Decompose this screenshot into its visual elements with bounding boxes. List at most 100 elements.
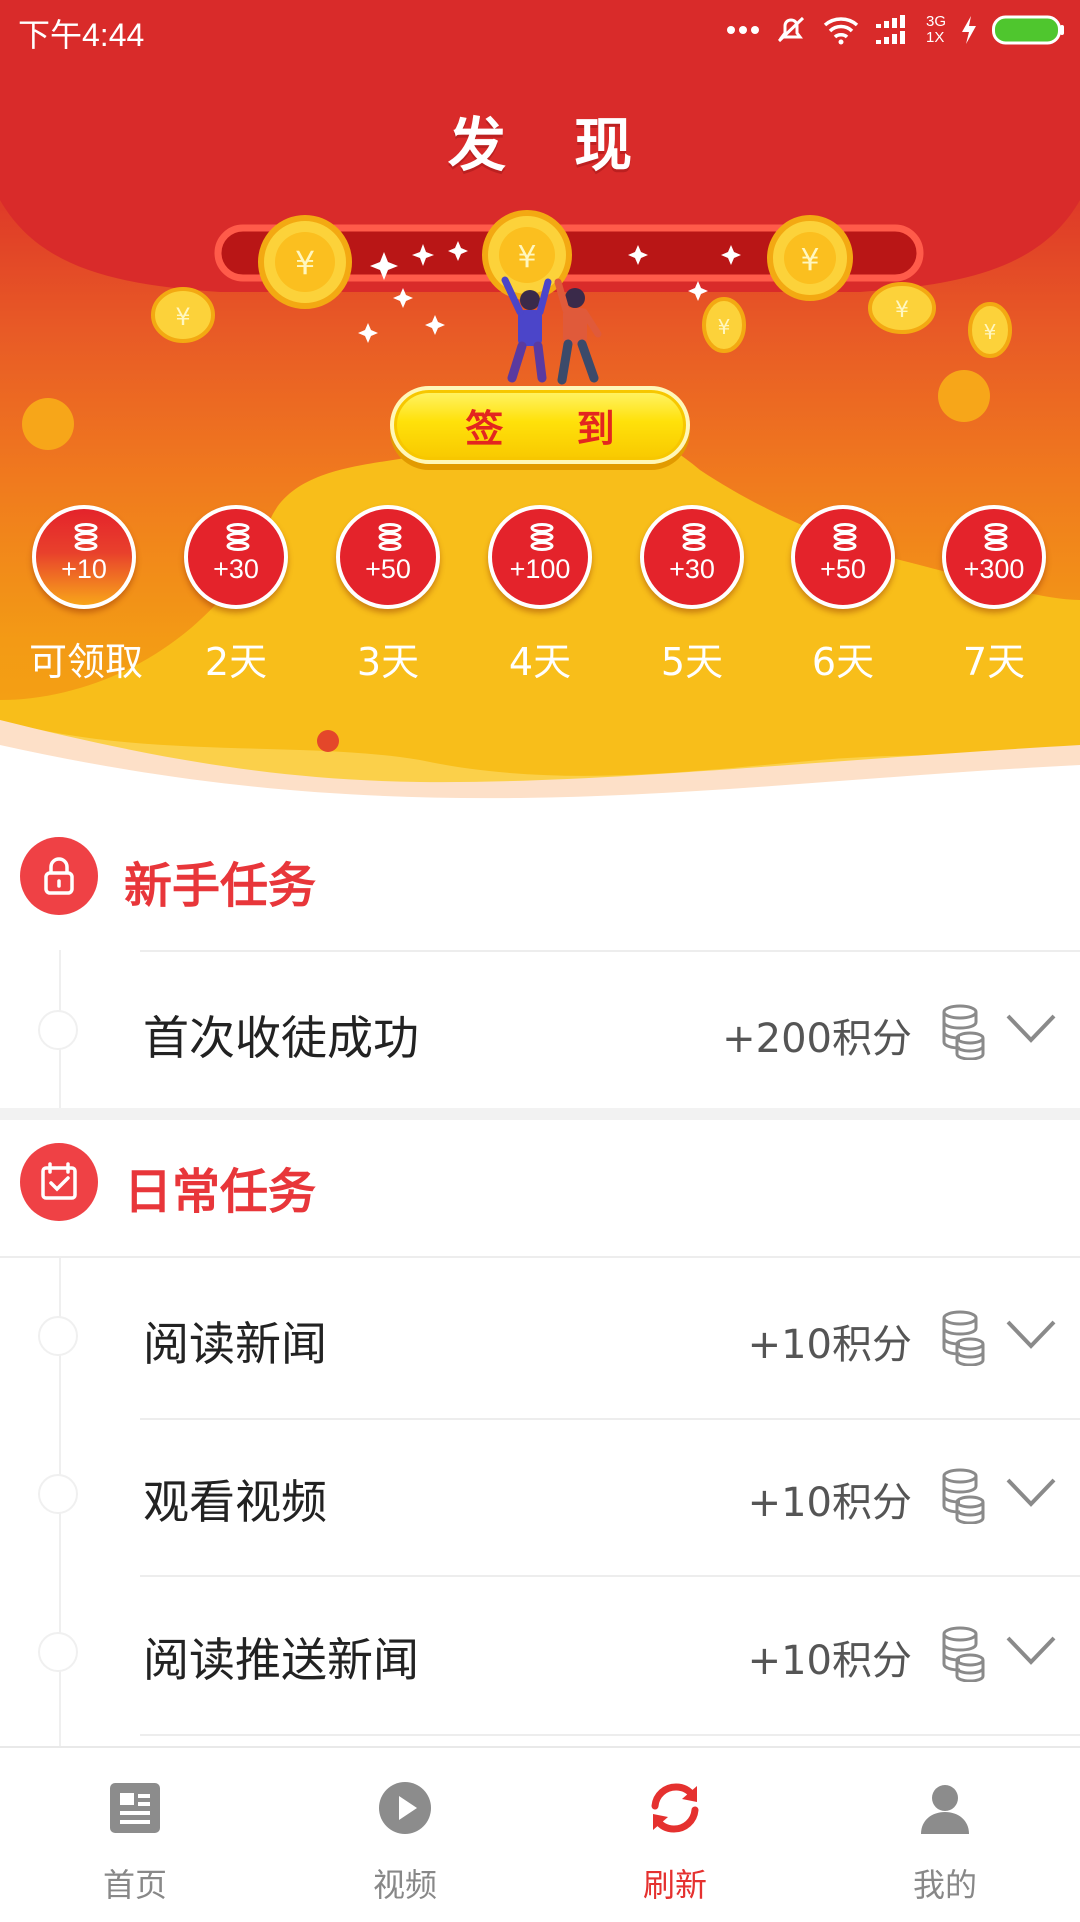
coin-stack-icon xyxy=(984,523,1008,551)
checkin-day-badge: +30 xyxy=(184,505,288,609)
coins-icon xyxy=(942,1626,985,1682)
checkin-day[interactable]: +300 7天 xyxy=(939,505,1049,686)
nav-item-refresh[interactable]: 刷新 xyxy=(540,1748,810,1922)
page-title: 发 现 xyxy=(447,111,657,179)
wifi-icon xyxy=(823,17,859,45)
network-type: 3G 1X xyxy=(925,13,946,46)
checkin-day-label: 7天 xyxy=(962,640,1026,684)
nav-label: 刷新 xyxy=(642,1866,707,1904)
checkin-day-label: 可领取 xyxy=(29,640,144,684)
svg-text:¥: ¥ xyxy=(517,240,536,275)
status-icons: 3G 1X xyxy=(726,12,1066,48)
checkin-day-points: +300 xyxy=(963,554,1025,584)
svg-text:¥: ¥ xyxy=(718,315,731,339)
checkin-day[interactable]: +30 5天 xyxy=(637,505,747,686)
checkin-day-label: 2天 xyxy=(204,640,268,684)
task-name: 观看视频 xyxy=(143,1475,327,1529)
nav-item-profile[interactable]: 我的 xyxy=(810,1748,1080,1922)
play-icon xyxy=(379,1782,431,1834)
section-title: 新手任务 xyxy=(124,858,317,914)
coin-stack-icon xyxy=(682,523,706,551)
coin-stack-icon xyxy=(833,523,857,551)
checkin-day-points: +50 xyxy=(365,554,411,584)
divider xyxy=(140,1734,1080,1736)
user-icon xyxy=(921,1785,969,1834)
checkin-day-label: 3天 xyxy=(356,640,420,684)
section-title: 日常任务 xyxy=(124,1164,317,1220)
lock-icon xyxy=(20,837,98,915)
refresh-icon xyxy=(651,1783,699,1833)
coin-stack-icon xyxy=(74,523,98,551)
task-row-watch-video[interactable]: 观看视频 +10积分 xyxy=(0,1416,1080,1574)
coin-stack-icon xyxy=(226,523,250,551)
status-time: 下午4:44 xyxy=(18,17,145,53)
charging-icon xyxy=(962,16,976,44)
signin-button[interactable]: 签 到 xyxy=(390,386,690,464)
checkin-days: +10 可领取 +30 2天 +50 3天 +100 4天 +30 5天 +50 6天 +300 7天 xyxy=(0,505,1080,705)
svg-text:¥: ¥ xyxy=(800,243,819,278)
svg-text:¥: ¥ xyxy=(295,244,315,282)
checkin-day-label: 4天 xyxy=(508,640,572,684)
bottom-nav: 首页 视频 刷新 我的 xyxy=(0,1746,1080,1922)
checkin-day[interactable]: +50 3天 xyxy=(333,505,443,686)
checkin-day-badge: +30 xyxy=(640,505,744,609)
checkin-day[interactable]: +50 6天 xyxy=(788,505,898,686)
checkin-day-points: +100 xyxy=(509,554,571,584)
nav-label: 视频 xyxy=(372,1866,437,1904)
task-points: +10积分 xyxy=(747,1480,912,1526)
daily-tasks-header: 日常任务 xyxy=(0,1106,1080,1256)
task-row-first-apprentice[interactable]: 首次收徒成功 +200积分 xyxy=(0,952,1080,1110)
checkin-day-label: 6天 xyxy=(811,640,875,684)
status-bar: 下午4:44 3G 1X xyxy=(0,0,1080,62)
coin-stack-icon xyxy=(530,523,554,551)
timeline-dot xyxy=(38,1474,78,1514)
chevron-down-icon[interactable] xyxy=(1004,1314,1058,1354)
checkin-day-badge: +100 xyxy=(488,505,592,609)
news-icon xyxy=(110,1783,160,1833)
battery-icon xyxy=(992,15,1064,45)
checkin-day-badge: +50 xyxy=(791,505,895,609)
coins-icon xyxy=(942,1310,985,1366)
task-row-read-push-news[interactable]: 阅读推送新闻 +10积分 xyxy=(0,1574,1080,1732)
timeline-dot xyxy=(38,1010,78,1050)
timeline-dot xyxy=(38,1632,78,1672)
timeline-dot xyxy=(38,1316,78,1356)
checkin-day[interactable]: +100 4天 xyxy=(485,505,595,686)
signin-hero: ¥ ¥ ¥ ¥ ¥ ¥ ¥ 下午4:44 3G 1X 发 现 签 到 +10 可… xyxy=(0,0,1080,800)
checkin-day-badge: +50 xyxy=(336,505,440,609)
mute-icon xyxy=(777,16,805,43)
chevron-down-icon[interactable] xyxy=(1004,1472,1058,1512)
coin-stack-icon xyxy=(378,523,402,551)
coins-icon xyxy=(942,1468,985,1524)
svg-text:¥: ¥ xyxy=(175,303,190,331)
task-name: 阅读推送新闻 xyxy=(143,1633,419,1687)
chevron-down-icon[interactable] xyxy=(1004,1630,1058,1670)
task-points: +10积分 xyxy=(747,1638,912,1684)
checkin-day-points: +30 xyxy=(669,554,715,584)
nav-item-video[interactable]: 视频 xyxy=(270,1748,540,1922)
checkin-day-badge: +10 xyxy=(32,505,136,609)
checkin-day[interactable]: +10 可领取 xyxy=(29,505,144,686)
nav-item-home[interactable]: 首页 xyxy=(0,1748,270,1922)
nav-label: 我的 xyxy=(912,1866,977,1904)
task-points: +10积分 xyxy=(747,1322,912,1368)
chevron-down-icon[interactable] xyxy=(1004,1008,1058,1048)
more-dots-icon xyxy=(726,26,759,34)
task-name: 阅读新闻 xyxy=(143,1317,327,1371)
newbie-tasks-header: 新手任务 xyxy=(0,800,1080,950)
checkin-day-label: 5天 xyxy=(660,640,724,684)
checkin-day-badge: +300 xyxy=(942,505,1046,609)
svg-text:¥: ¥ xyxy=(984,320,997,344)
checkin-day-points: +10 xyxy=(61,554,107,584)
task-name: 首次收徒成功 xyxy=(143,1011,419,1065)
checkin-day[interactable]: +30 2天 xyxy=(181,505,291,686)
nav-label: 首页 xyxy=(102,1866,167,1904)
svg-text:¥: ¥ xyxy=(895,298,909,323)
signal-icon xyxy=(875,15,905,44)
checkin-day-points: +30 xyxy=(213,554,259,584)
calendar-check-icon xyxy=(20,1143,98,1221)
checkin-day-points: +50 xyxy=(820,554,866,584)
coins-icon xyxy=(942,1004,985,1060)
task-points: +200积分 xyxy=(722,1016,912,1062)
task-row-read-news[interactable]: 阅读新闻 +10积分 xyxy=(0,1258,1080,1416)
